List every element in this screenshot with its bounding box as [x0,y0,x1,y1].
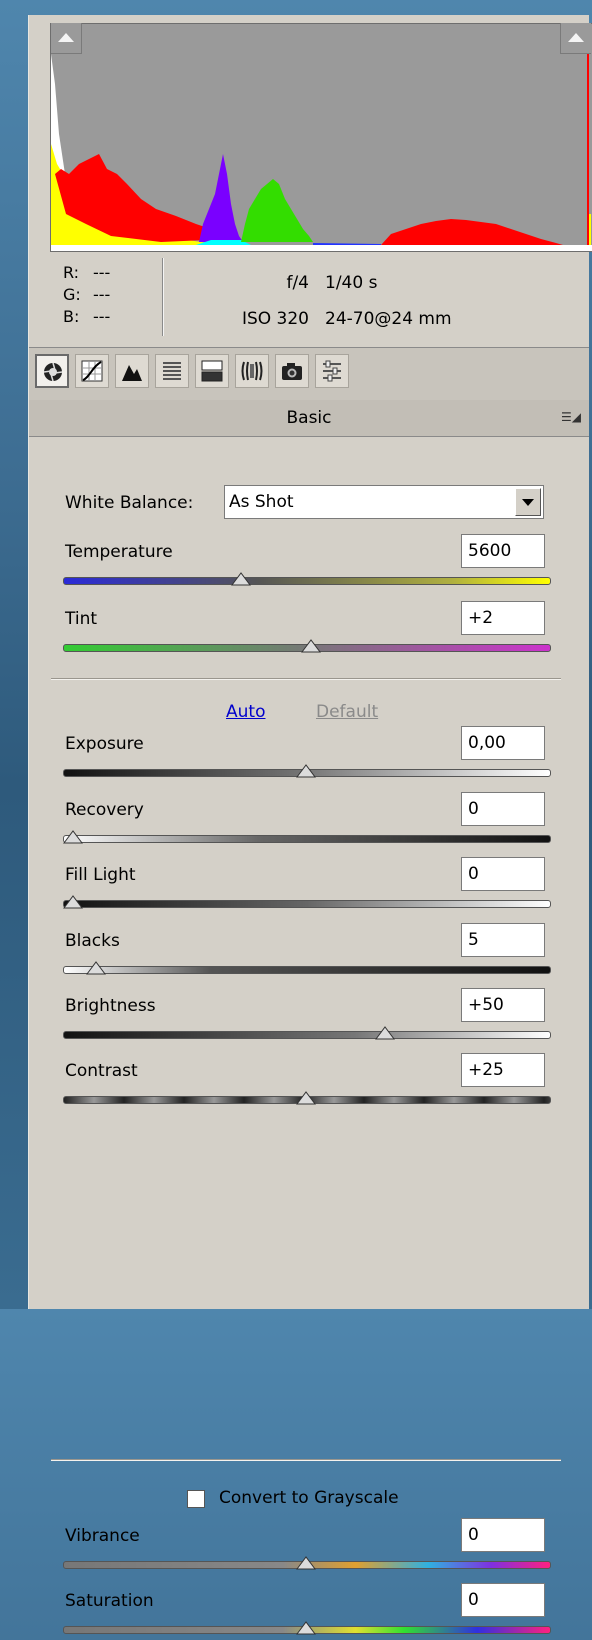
separator [51,1459,561,1460]
tint-label: Tint [65,609,98,629]
brightness-slider-track[interactable] [63,1031,551,1039]
detail-icon[interactable] [115,354,149,388]
blacks-input[interactable]: 5 [461,923,545,957]
iso: ISO 320 [241,309,309,329]
fill-light-input[interactable]: 0 [461,857,545,891]
blacks-label: Blacks [65,931,120,951]
temperature-input[interactable]: 5600 [461,534,545,568]
temperature-slider-track[interactable] [63,577,551,585]
vibrance-slider-thumb[interactable] [296,1555,316,1570]
triangle-up-icon [568,33,584,42]
exposure-slider-thumb[interactable] [296,763,316,778]
highlight-clipping-button[interactable] [560,23,591,54]
vibrance-label: Vibrance [65,1526,140,1546]
basic-icon[interactable] [35,354,69,388]
b-value: --- [93,307,111,326]
r-label: R: [63,263,80,282]
brightness-slider-thumb[interactable] [375,1025,396,1040]
shadow-clipping-button[interactable] [51,23,82,54]
basic-panel-content: White Balance: As Shot Temperature 5600 Ti… [29,437,589,1635]
chevron-down-icon[interactable] [515,488,541,516]
shutter-speed: 1/40 s [325,273,378,293]
panel-menu-icon[interactable]: ☰◢ [561,410,581,424]
presets-icon[interactable] [315,354,349,388]
recovery-input[interactable]: 0 [461,792,545,826]
vibrance-input[interactable]: 0 [461,1518,545,1552]
contrast-input[interactable]: +25 [461,1053,545,1087]
r-value: --- [93,263,111,282]
contrast-label: Contrast [65,1061,138,1081]
fill-light-label: Fill Light [65,865,136,885]
histogram [50,23,592,252]
exposure-input[interactable]: 0,00 [461,726,545,760]
saturation-input[interactable]: 0 [461,1583,545,1617]
white-balance-value: As Shot [229,492,294,512]
grayscale-checkbox[interactable] [187,1490,205,1508]
tone-curve-icon[interactable] [75,354,109,388]
section-title: Basic [286,408,332,428]
brightness-input[interactable]: +50 [461,988,545,1022]
lens-corrections-icon[interactable] [235,354,269,388]
tint-slider-thumb[interactable] [300,638,321,653]
recovery-slider-thumb[interactable] [63,829,83,844]
contrast-slider-thumb[interactable] [296,1090,316,1105]
separator [51,678,561,679]
g-value: --- [93,285,111,304]
blacks-slider-thumb[interactable] [86,960,107,975]
recovery-label: Recovery [65,800,144,820]
temperature-label: Temperature [65,542,173,562]
lens: 24-70@24 mm [325,309,452,329]
histogram-graph [51,54,592,251]
blacks-slider-track[interactable] [63,966,551,974]
b-label: B: [63,307,80,326]
recovery-slider-track[interactable] [63,835,551,843]
fill-light-slider-track[interactable] [63,900,551,908]
saturation-label: Saturation [65,1591,154,1611]
white-balance-label: White Balance: [65,493,194,513]
rgb-readout: R: --- G: --- B: --- [63,262,123,328]
split-toning-icon[interactable] [195,354,229,388]
triangle-up-icon [58,33,74,42]
exif-info: f/4 1/40 s ISO 320 24-70@24 mm [219,265,452,337]
fill-light-slider-thumb[interactable] [63,894,83,909]
exposure-label: Exposure [65,734,144,754]
camera-raw-panel: R: --- G: --- B: --- f/4 1/40 s ISO 320 24-70… [28,15,592,1635]
grayscale-label: Convert to Grayscale [219,1488,399,1508]
white-balance-select[interactable]: As Shot [224,485,544,519]
brightness-label: Brightness [65,996,156,1016]
aperture: f/4 [286,273,309,293]
saturation-slider-thumb[interactable] [296,1620,316,1635]
panel-tabs-toolbar [29,347,589,401]
tint-input[interactable]: +2 [461,601,545,635]
auto-link[interactable]: Auto [226,702,265,722]
default-link[interactable]: Default [316,702,378,722]
temperature-slider-thumb[interactable] [230,571,251,586]
g-label: G: [63,285,81,304]
camera-calibration-icon[interactable] [275,354,309,388]
hsl-icon[interactable] [155,354,189,388]
info-divider [162,258,163,336]
section-header: Basic ☰◢ [29,400,589,437]
